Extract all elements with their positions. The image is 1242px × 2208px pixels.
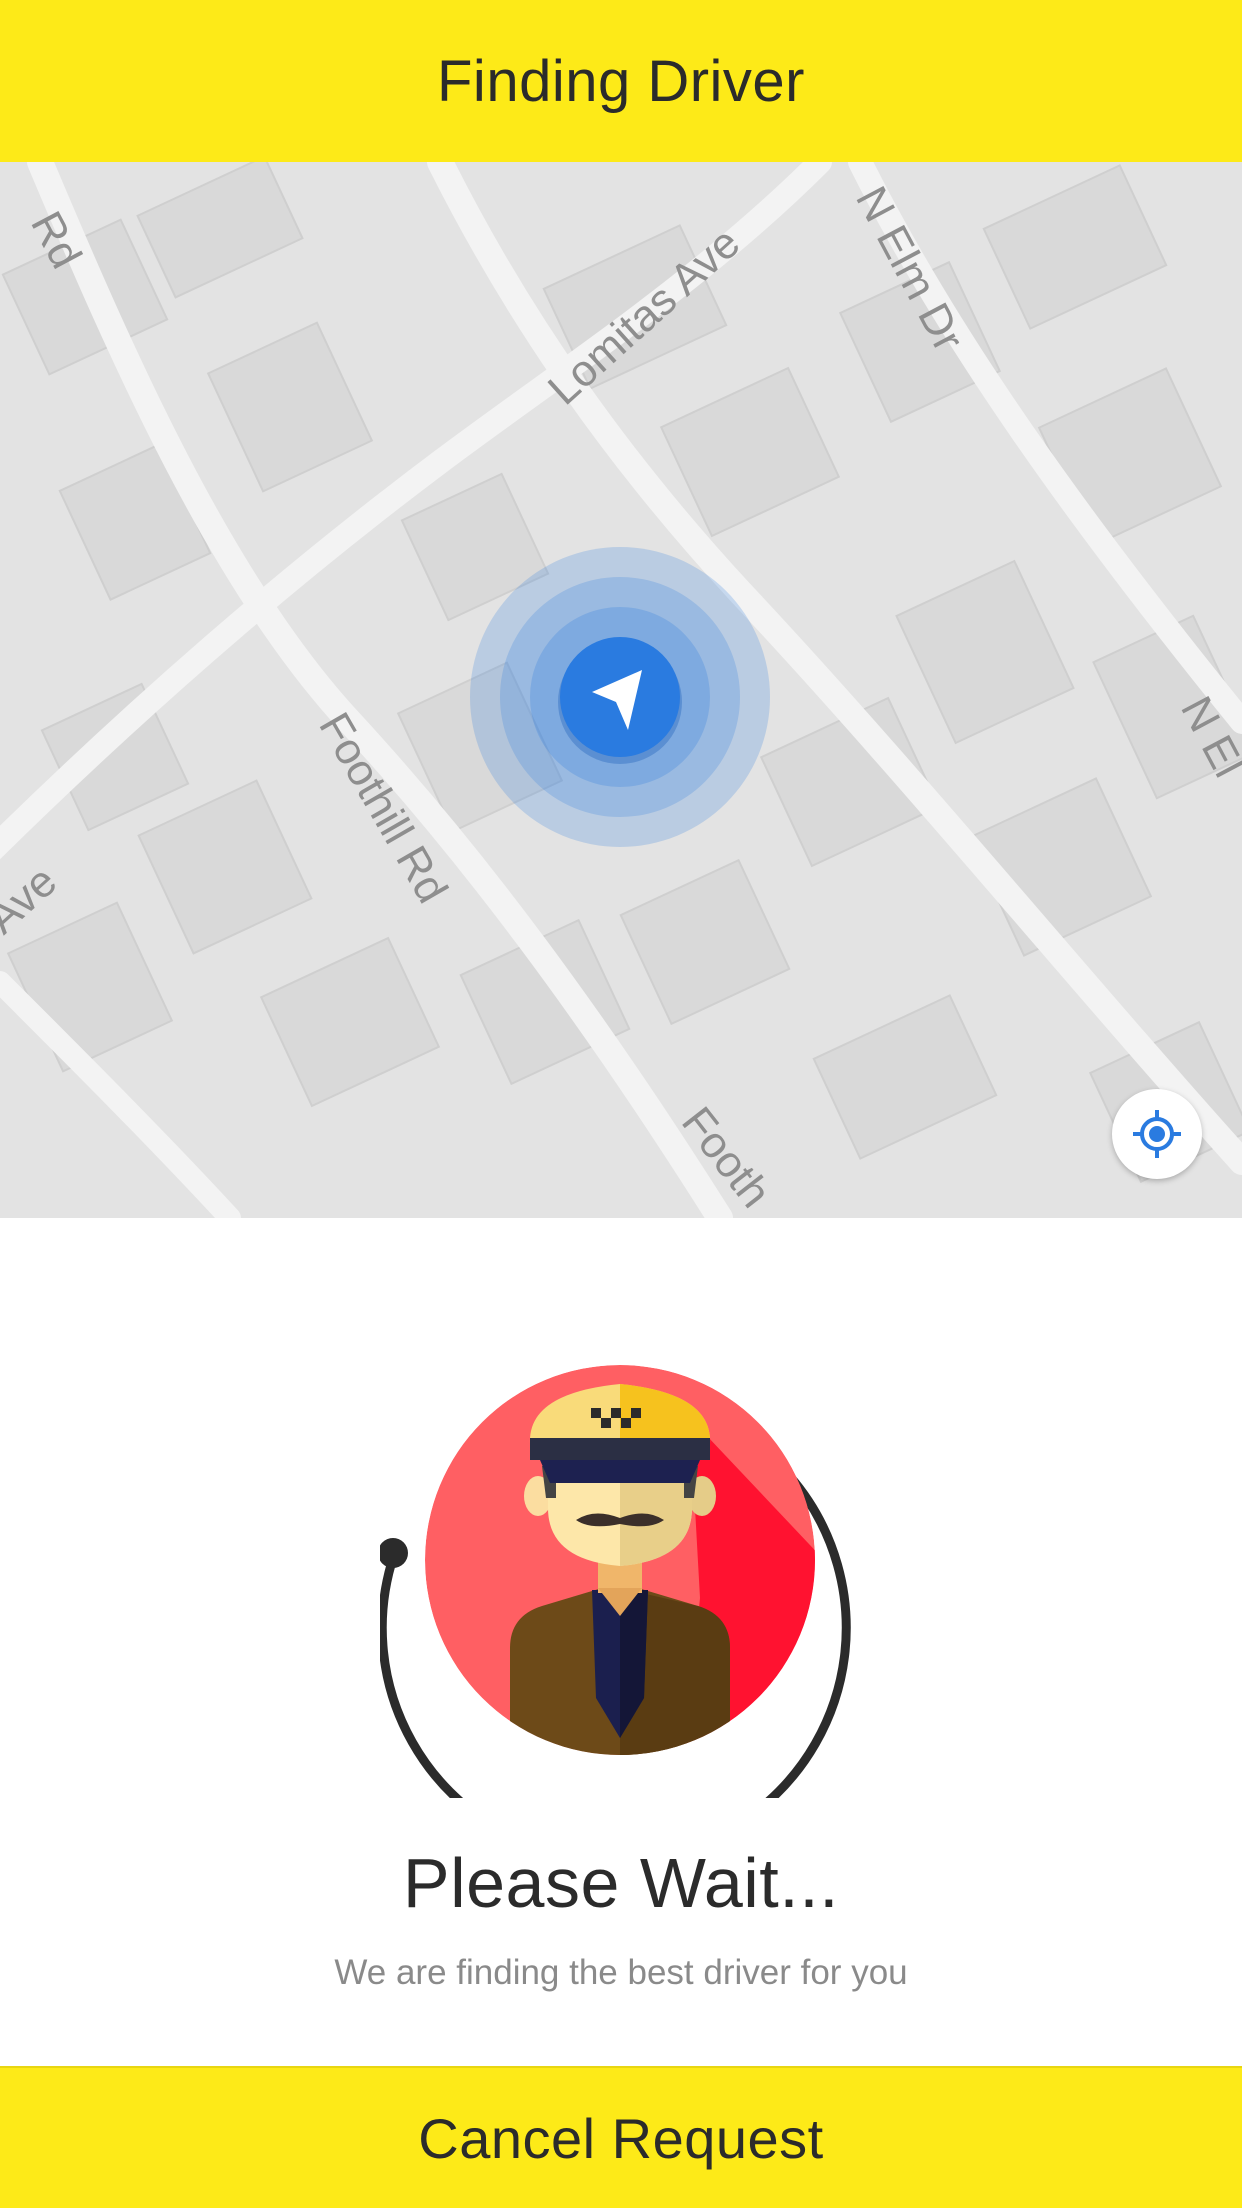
driver-searching-illustration bbox=[380, 1365, 851, 1798]
status-subtitle: We are finding the best driver for you bbox=[334, 1953, 908, 1992]
driver-avatar-icon bbox=[425, 1365, 815, 1755]
cancel-request-button[interactable]: Cancel Request bbox=[0, 2066, 1242, 2208]
cancel-request-label: Cancel Request bbox=[418, 2106, 824, 2170]
crosshair-icon bbox=[1133, 1110, 1181, 1158]
map-canvas: Rd Lomitas Ave N Elm Dr N El s Ave Footh… bbox=[0, 162, 1242, 1218]
locate-me-button[interactable] bbox=[1112, 1089, 1202, 1179]
page-title: Finding Driver bbox=[437, 48, 805, 114]
map-view[interactable]: Rd Lomitas Ave N Elm Dr N El s Ave Footh… bbox=[0, 162, 1242, 1218]
user-location-marker bbox=[470, 547, 770, 847]
app-header: Finding Driver bbox=[0, 0, 1242, 162]
status-title: Please Wait... bbox=[402, 1844, 840, 1922]
status-panel: Please Wait... We are finding the best d… bbox=[0, 1218, 1242, 2066]
